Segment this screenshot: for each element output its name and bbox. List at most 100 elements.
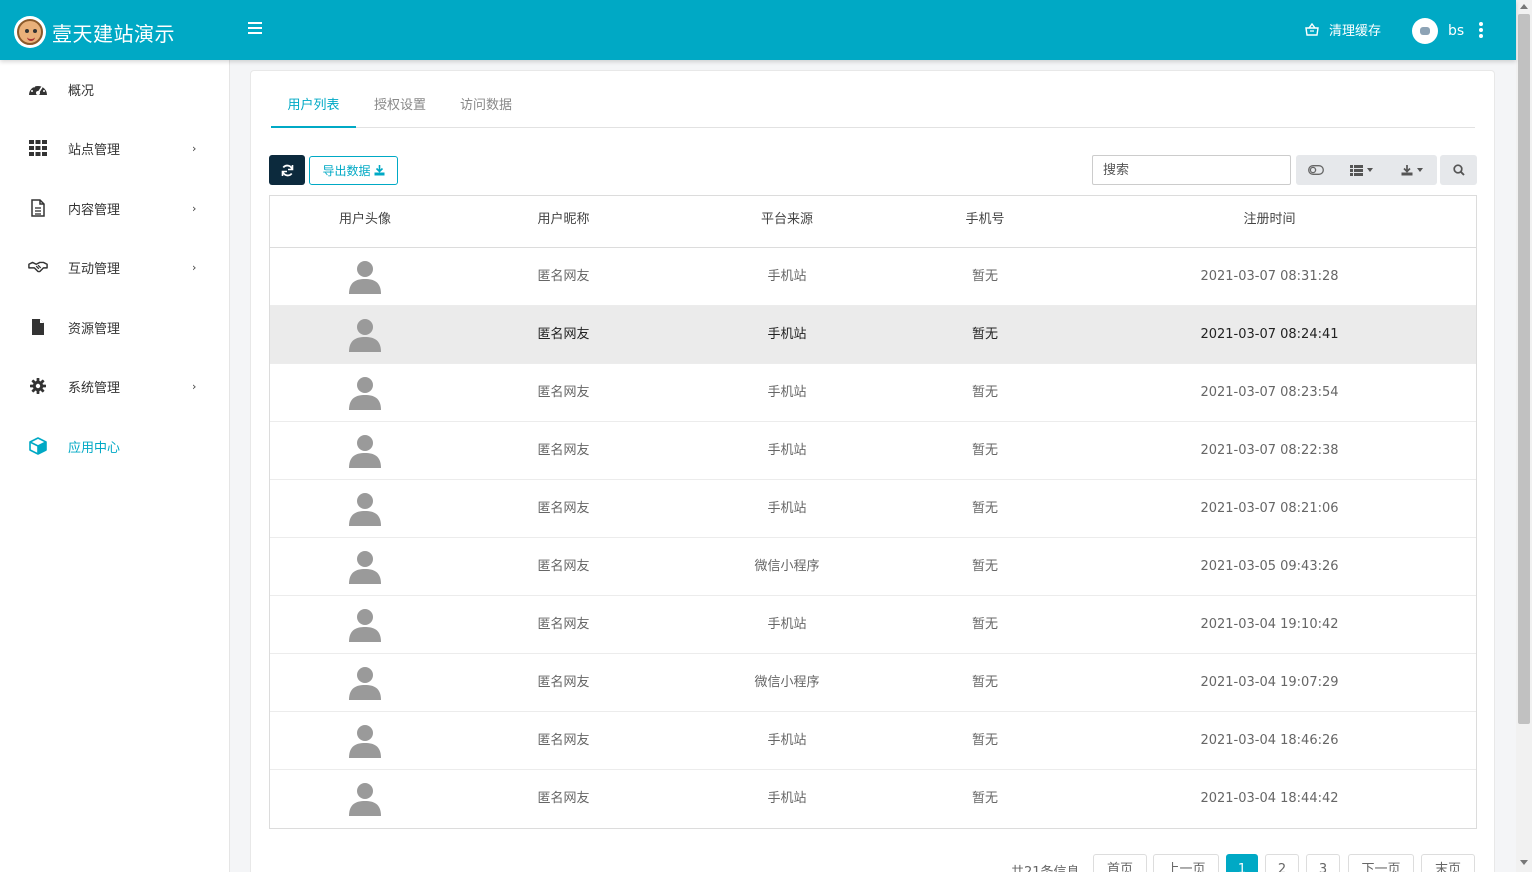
sidebar-item-label: 应用中心 [68, 440, 121, 456]
user-avatar-icon [349, 782, 381, 842]
dashboard-icon [28, 79, 48, 99]
search-button[interactable] [1440, 155, 1477, 185]
user-nickname-cell: 匿名网友 [537, 617, 590, 632]
table-row[interactable]: 匿名网友 手机站 暂无 2021-03-07 08:23:54 [270, 364, 1476, 422]
export-data-label: 导出数据 [322, 164, 371, 178]
registered-time-cell: 2021-03-07 08:22:38 [1200, 443, 1339, 458]
user-nickname-cell: 匿名网友 [537, 443, 590, 458]
pagination-prev[interactable]: 上一页 [1153, 854, 1219, 872]
platform-source-cell: 手机站 [767, 501, 807, 516]
sidebar-item-label: 概况 [68, 83, 95, 99]
toggle-view-button[interactable] [1296, 155, 1336, 185]
pagination-last[interactable]: 末页 [1421, 854, 1475, 872]
column-header[interactable]: 用户头像 [270, 196, 460, 248]
registered-time-cell: 2021-03-07 08:31:28 [1200, 269, 1339, 284]
sidebar-item-overview[interactable]: 概况 [0, 69, 230, 109]
column-header[interactable]: 平台来源 [667, 196, 907, 248]
pagination-next[interactable]: 下一页 [1348, 854, 1414, 872]
registered-time-cell: 2021-03-07 08:21:06 [1200, 501, 1339, 516]
caret-down-icon [1416, 168, 1423, 172]
username: bs [1448, 23, 1465, 39]
sidebar-item-system-management[interactable]: 系统管理 › [0, 366, 230, 406]
document-icon [28, 198, 48, 218]
platform-source-cell: 手机站 [767, 617, 807, 632]
handshake-icon [28, 257, 48, 277]
table-row[interactable]: 匿名网友 手机站 暂无 2021-03-04 18:46:26 [270, 712, 1476, 770]
brand[interactable]: 壹天建站演示 [14, 16, 175, 48]
phone-cell: 暂无 [971, 791, 998, 806]
export-dropdown-button[interactable] [1386, 155, 1437, 185]
user-menu[interactable]: bs [1412, 18, 1464, 44]
sidebar-item-interaction-management[interactable]: 互动管理 › [0, 247, 230, 287]
hamburger-menu-icon[interactable] [248, 22, 262, 36]
pagination-page-3[interactable]: 3 [1306, 854, 1340, 872]
sidebar-item-resource-management[interactable]: 资源管理 [0, 307, 230, 347]
platform-source-cell: 手机站 [767, 327, 807, 342]
user-nickname-cell: 匿名网友 [537, 733, 590, 748]
column-header[interactable]: 手机号 [907, 196, 1063, 248]
sidebar: 概况 站点管理 › 内容管理 › 互动管理 › 资源管理 系统管理 › 应用中心 [0, 60, 230, 872]
platform-source-cell: 微信小程序 [754, 559, 820, 574]
pagination-page-1[interactable]: 1 [1226, 854, 1258, 872]
sidebar-item-label: 内容管理 [68, 202, 121, 218]
user-nickname-cell: 匿名网友 [537, 675, 590, 690]
table-row[interactable]: 匿名网友 手机站 暂无 2021-03-04 19:10:42 [270, 596, 1476, 654]
page-scrollbar[interactable] [1516, 0, 1532, 872]
phone-cell: 暂无 [971, 269, 998, 284]
phone-cell: 暂无 [971, 385, 998, 400]
export-data-button[interactable]: 导出数据 [309, 156, 398, 185]
refresh-icon [281, 164, 293, 176]
sidebar-item-site-management[interactable]: 站点管理 › [0, 128, 230, 168]
scroll-thumb[interactable] [1518, 14, 1530, 724]
pagination-first[interactable]: 首页 [1093, 854, 1147, 872]
table-row[interactable]: 匿名网友 手机站 暂无 2021-03-07 08:24:41 [270, 306, 1476, 364]
avatar [1412, 18, 1438, 44]
top-header: 壹天建站演示 清理缓存 bs [0, 0, 1516, 60]
column-header[interactable]: 注册时间 [1063, 196, 1476, 248]
columns-dropdown-button[interactable] [1336, 155, 1386, 185]
basket-icon [1305, 23, 1319, 36]
platform-source-cell: 微信小程序 [754, 675, 820, 690]
table-row[interactable]: 匿名网友 微信小程序 暂无 2021-03-05 09:43:26 [270, 538, 1476, 596]
refresh-button[interactable] [269, 155, 305, 185]
toggle-icon [1308, 165, 1324, 175]
tab-bar: 用户列表 授权设置 访问数据 [271, 91, 1475, 128]
table-row[interactable]: 匿名网友 手机站 暂无 2021-03-04 18:44:42 [270, 770, 1476, 828]
chevron-right-icon: › [192, 201, 197, 215]
search-input[interactable] [1092, 155, 1291, 185]
user-table: 用户头像 用户昵称 平台来源 手机号 注册时间 匿名网友 手机站 暂无 2021-03… [269, 195, 1477, 829]
registered-time-cell: 2021-03-07 08:23:54 [1200, 385, 1339, 400]
sidebar-item-label: 互动管理 [68, 261, 121, 277]
user-nickname-cell: 匿名网友 [537, 269, 590, 284]
logo-icon [14, 16, 46, 48]
table-row[interactable]: 匿名网友 手机站 暂无 2021-03-07 08:31:28 [270, 248, 1476, 306]
download-icon [374, 165, 384, 176]
registered-time-cell: 2021-03-04 18:44:42 [1200, 791, 1339, 806]
sidebar-item-label: 站点管理 [68, 142, 121, 158]
user-avatar-cell [270, 712, 460, 770]
table-row[interactable]: 匿名网友 手机站 暂无 2021-03-07 08:22:38 [270, 422, 1476, 480]
tab-visit-data[interactable]: 访问数据 [443, 91, 529, 128]
clear-cache-button[interactable]: 清理缓存 [1305, 20, 1381, 39]
sidebar-item-content-management[interactable]: 内容管理 › [0, 188, 230, 228]
pagination-page-2[interactable]: 2 [1265, 854, 1299, 872]
table-row[interactable]: 匿名网友 微信小程序 暂无 2021-03-04 19:07:29 [270, 654, 1476, 712]
tab-user-list[interactable]: 用户列表 [271, 91, 356, 128]
column-header[interactable]: 用户昵称 [460, 196, 667, 248]
more-options-icon[interactable] [1479, 22, 1483, 40]
file-icon [28, 317, 48, 337]
platform-source-cell: 手机站 [767, 443, 807, 458]
scroll-up-arrow-icon[interactable] [1520, 4, 1528, 9]
registered-time-cell: 2021-03-07 08:24:41 [1200, 327, 1339, 342]
user-avatar-cell [270, 654, 460, 712]
table-tools [1296, 155, 1437, 185]
grid-icon [28, 138, 48, 158]
table-row[interactable]: 匿名网友 手机站 暂无 2021-03-07 08:21:06 [270, 480, 1476, 538]
pagination-total: 共21条信息 [1011, 861, 1080, 872]
user-avatar-cell [270, 248, 460, 306]
tab-authorization-settings[interactable]: 授权设置 [357, 91, 443, 128]
cube-icon [28, 436, 48, 456]
scroll-down-arrow-icon[interactable] [1520, 860, 1528, 865]
sidebar-item-app-center[interactable]: 应用中心 [0, 426, 230, 466]
phone-cell: 暂无 [971, 443, 998, 458]
